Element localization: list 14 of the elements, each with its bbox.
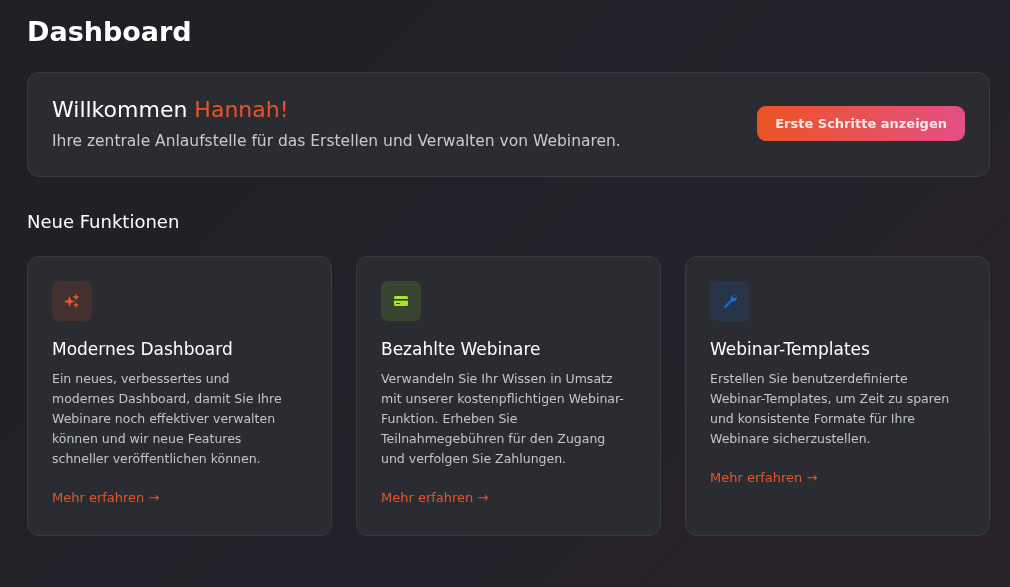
welcome-heading: Willkommen Hannah! — [52, 97, 290, 122]
learn-more-link[interactable]: Mehr erfahren → — [710, 470, 818, 485]
learn-more-link[interactable]: Mehr erfahren → — [52, 490, 160, 505]
getting-started-button[interactable]: Erste Schritte anzeigen — [757, 106, 965, 141]
card-description: Ein neues, verbessertes und modernes Dashboard, damit Sie Ihre Webinare noch effektiver verwalten können und wir neue Features schneller veröffentlichen können. — [52, 370, 283, 468]
card-description: Verwandeln Sie Ihr Wissen in Umsatz mit unserer kostenpflichtigen Webinar-Funktion. Erheben Sie Teilnahmegebühren für den Zugang und verfolgen Sie Zahlungen. — [381, 370, 624, 468]
card-title: Bezahlte Webinare — [381, 339, 542, 359]
learn-more-link[interactable]: Mehr erfahren → — [381, 490, 489, 505]
card-title: Webinar-Templates — [710, 339, 871, 359]
section-heading: Neue Funktionen — [27, 211, 181, 232]
card-description: Erstellen Sie benutzerdefinierte Webinar-Templates, um Zeit zu sparen und konsistente Formate für Ihre Webinare sicherzustellen. — [710, 370, 951, 448]
welcome-subtitle: Ihre zentrale Anlaufstelle für das Erstellen und Verwalten von Webinaren. — [52, 132, 621, 150]
page-title: Dashboard — [27, 15, 193, 49]
card-title: Modernes Dashboard — [52, 339, 234, 359]
